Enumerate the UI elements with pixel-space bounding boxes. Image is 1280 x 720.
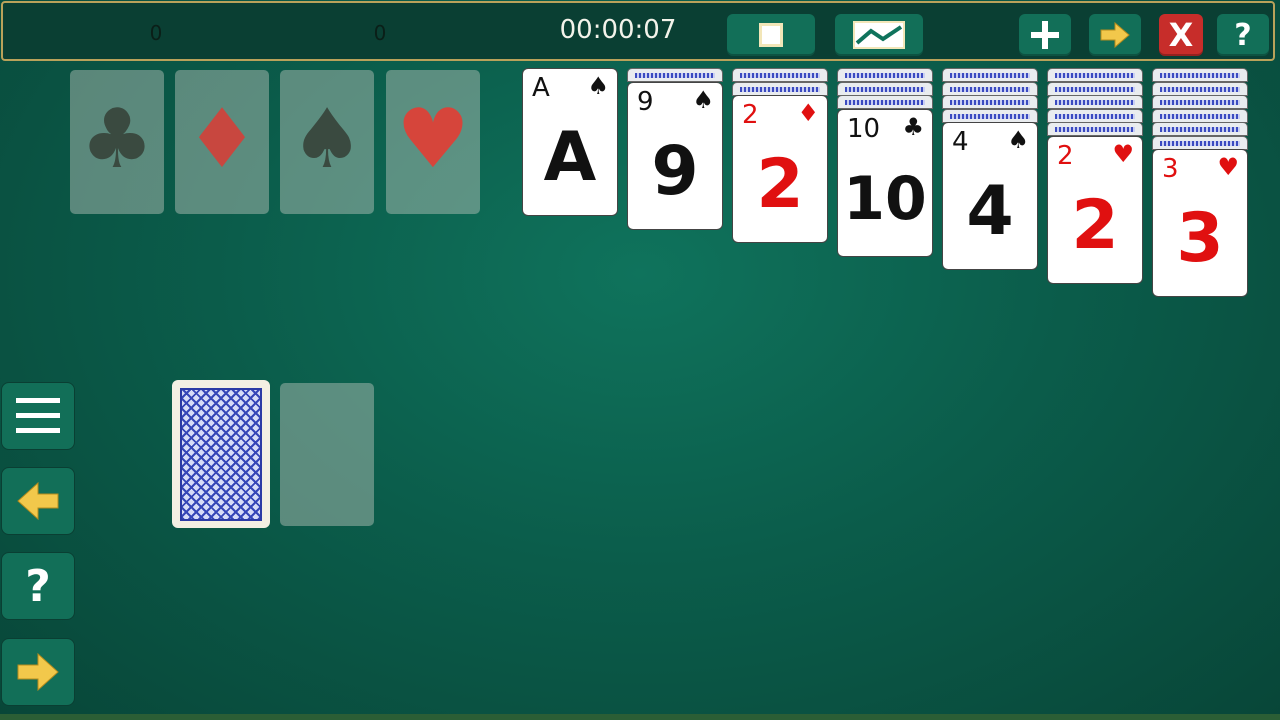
card-rank-large: A xyxy=(543,118,597,197)
undo-button[interactable] xyxy=(1,467,75,535)
close-icon: X xyxy=(1168,16,1194,54)
card-rank-small: 3 xyxy=(1162,154,1179,184)
waste-pile[interactable] xyxy=(280,383,374,526)
card-rank-large: 3 xyxy=(1176,199,1224,278)
card-rank-small: 2 xyxy=(1057,140,1074,171)
spades-icon: ♠ xyxy=(290,92,364,187)
card-rank-small: 2 xyxy=(742,100,759,130)
face-down-card xyxy=(627,68,723,82)
card-suit-icon: ♣ xyxy=(902,112,924,141)
close-button[interactable]: X xyxy=(1159,14,1203,56)
card-rank-small: 4 xyxy=(952,127,969,157)
bottom-edge xyxy=(0,714,1280,720)
score-right: 0 xyxy=(373,21,387,45)
arrow-left-icon xyxy=(17,481,59,521)
question-icon: ? xyxy=(1234,17,1252,53)
help-button[interactable]: ? xyxy=(1217,14,1269,56)
card-suit-icon: ♠ xyxy=(587,72,609,100)
menu-button[interactable] xyxy=(1,382,75,450)
face-down-card xyxy=(1152,95,1248,109)
face-down-card xyxy=(942,81,1038,96)
game-timer: 00:00:07 xyxy=(559,15,677,45)
card-suit-icon: ♠ xyxy=(692,85,714,114)
face-down-card xyxy=(1047,81,1143,96)
fullscreen-icon xyxy=(759,23,783,47)
menu-icon xyxy=(16,398,60,433)
face-down-card xyxy=(732,68,828,82)
card-suit-icon: ♥ xyxy=(1217,153,1239,181)
top-bar: 0 0 00:00:07 X ? xyxy=(1,1,1275,61)
diamonds-icon: ♦ xyxy=(185,92,259,187)
face-down-card xyxy=(1152,122,1248,136)
tableau-card[interactable]: 2 ♦ 2 xyxy=(732,95,828,243)
arrow-right-icon xyxy=(1100,21,1130,49)
image-icon xyxy=(853,21,905,49)
face-down-card xyxy=(1047,122,1143,136)
hearts-icon: ♥ xyxy=(396,92,470,187)
face-down-card xyxy=(1152,81,1248,96)
card-rank-large: 2 xyxy=(1071,185,1119,265)
tableau-card[interactable]: 3 ♥ 3 xyxy=(1152,149,1248,297)
face-down-card xyxy=(942,95,1038,109)
face-down-card xyxy=(1047,68,1143,82)
tableau-card[interactable]: 4 ♠ 4 xyxy=(942,122,1038,270)
card-rank-large: 10 xyxy=(843,163,927,234)
hint-button[interactable]: ? xyxy=(1,552,75,620)
fullscreen-button[interactable] xyxy=(727,14,815,56)
face-down-card xyxy=(1047,108,1143,123)
tableau-card[interactable]: 9 ♠ 9 xyxy=(627,81,723,230)
tableau-card[interactable]: 2 ♥ 2 xyxy=(1047,135,1143,284)
card-rank-large: 9 xyxy=(651,131,699,211)
score-left: 0 xyxy=(149,21,163,45)
arrow-right-icon xyxy=(17,652,59,692)
card-rank-small: 9 xyxy=(637,86,654,117)
tableau-card[interactable]: A ♠ A xyxy=(522,68,618,216)
card-suit-icon: ♦ xyxy=(797,99,819,127)
face-down-card xyxy=(942,68,1038,82)
card-rank-small: A xyxy=(532,73,550,103)
foundation-clubs[interactable]: ♣ xyxy=(70,70,164,214)
card-suit-icon: ♥ xyxy=(1112,139,1134,168)
plus-icon xyxy=(1031,21,1059,49)
face-down-card xyxy=(1152,108,1248,123)
face-down-card xyxy=(1152,68,1248,82)
clubs-icon: ♣ xyxy=(80,92,154,187)
face-down-card xyxy=(837,68,933,82)
foundation-diamonds[interactable]: ♦ xyxy=(175,70,269,214)
next-game-button[interactable] xyxy=(1089,14,1141,56)
face-down-card xyxy=(942,108,1038,123)
card-back xyxy=(180,388,262,521)
new-game-button[interactable] xyxy=(1019,14,1071,56)
face-down-card xyxy=(1047,95,1143,109)
face-down-card xyxy=(837,95,933,109)
card-rank-large: 4 xyxy=(966,172,1014,251)
foundation-spades[interactable]: ♠ xyxy=(280,70,374,214)
stock-pile[interactable] xyxy=(172,380,270,528)
face-down-card xyxy=(837,81,933,96)
tableau-card[interactable]: 10 ♣ 10 xyxy=(837,108,933,257)
face-down-card xyxy=(1152,135,1248,150)
card-rank-small: 10 xyxy=(847,113,881,144)
face-down-card xyxy=(732,81,828,96)
auto-move-button[interactable] xyxy=(1,638,75,706)
background-button[interactable] xyxy=(835,14,923,56)
card-suit-icon: ♠ xyxy=(1007,126,1029,154)
question-icon: ? xyxy=(25,560,51,612)
foundation-hearts[interactable]: ♥ xyxy=(386,70,480,214)
card-rank-large: 2 xyxy=(756,145,804,224)
